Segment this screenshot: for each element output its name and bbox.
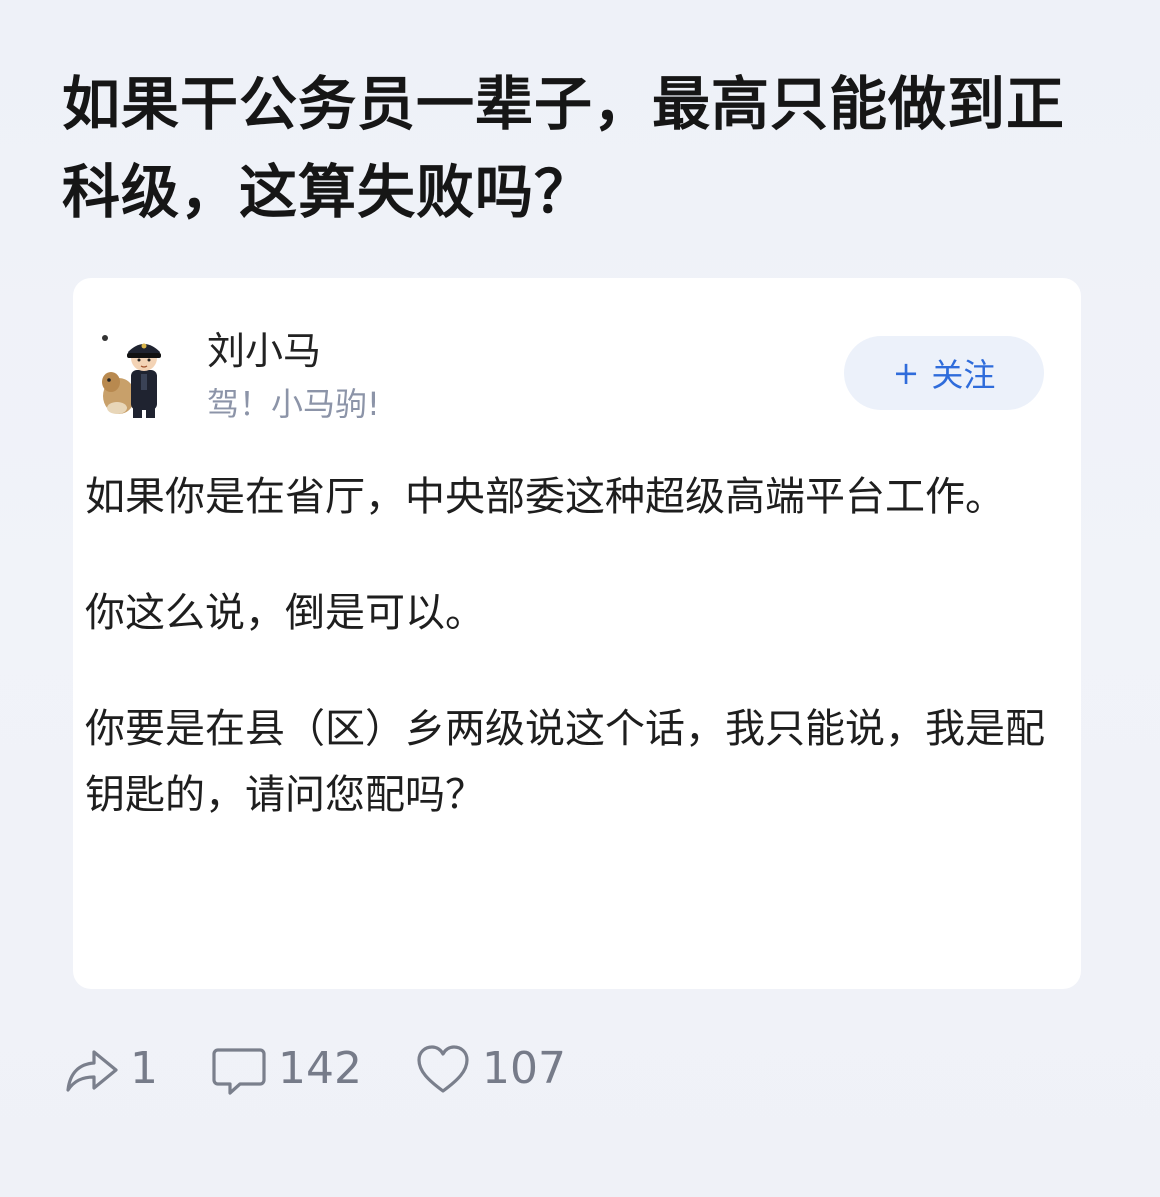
answer-content[interactable]: 如果你是在省厅，中央部委这种超级高端平台工作。 你这么说，倒是可以。 你要是在县… (85, 464, 1045, 878)
author-bio: 驾！小马驹! (207, 385, 380, 423)
share-arrow-icon (66, 1050, 118, 1092)
author-avatar[interactable] (97, 326, 173, 420)
comment-count: 142 (278, 1043, 362, 1094)
like-button[interactable]: 107 (414, 1040, 566, 1098)
answer-paragraph: 你要是在县（区）乡两级说这个话，我只能说，我是配钥匙的，请问您配吗？ (85, 706, 1045, 818)
share-count: 1 (130, 1043, 158, 1094)
comment-bubble-icon (212, 1048, 266, 1095)
heart-icon (417, 1045, 469, 1093)
avatar-police-dog-illustration (102, 335, 161, 418)
like-count: 107 (481, 1043, 566, 1094)
answer-card: 刘小马 驾！小马驹! + 关注 如果你是在省厅，中央部委这种超级高端平台工作。 … (73, 278, 1081, 989)
question-title[interactable]: 如果干公务员一辈子，最高只能做到正科级，这算失败吗？ (62, 60, 1102, 236)
share-button[interactable]: 1 (62, 1040, 158, 1098)
answer-paragraph: 你这么说，倒是可以。 (85, 590, 485, 636)
action-bar: 1 142 107 (62, 1036, 618, 1102)
plus-icon: + (892, 354, 920, 392)
answer-paragraph: 如果你是在省厅，中央部委这种超级高端平台工作。 (85, 474, 1005, 520)
comment-button[interactable]: 142 (210, 1040, 362, 1098)
follow-label: 关注 (931, 356, 996, 394)
author-name[interactable]: 刘小马 (207, 326, 321, 376)
follow-button[interactable]: + 关注 (844, 336, 1044, 410)
